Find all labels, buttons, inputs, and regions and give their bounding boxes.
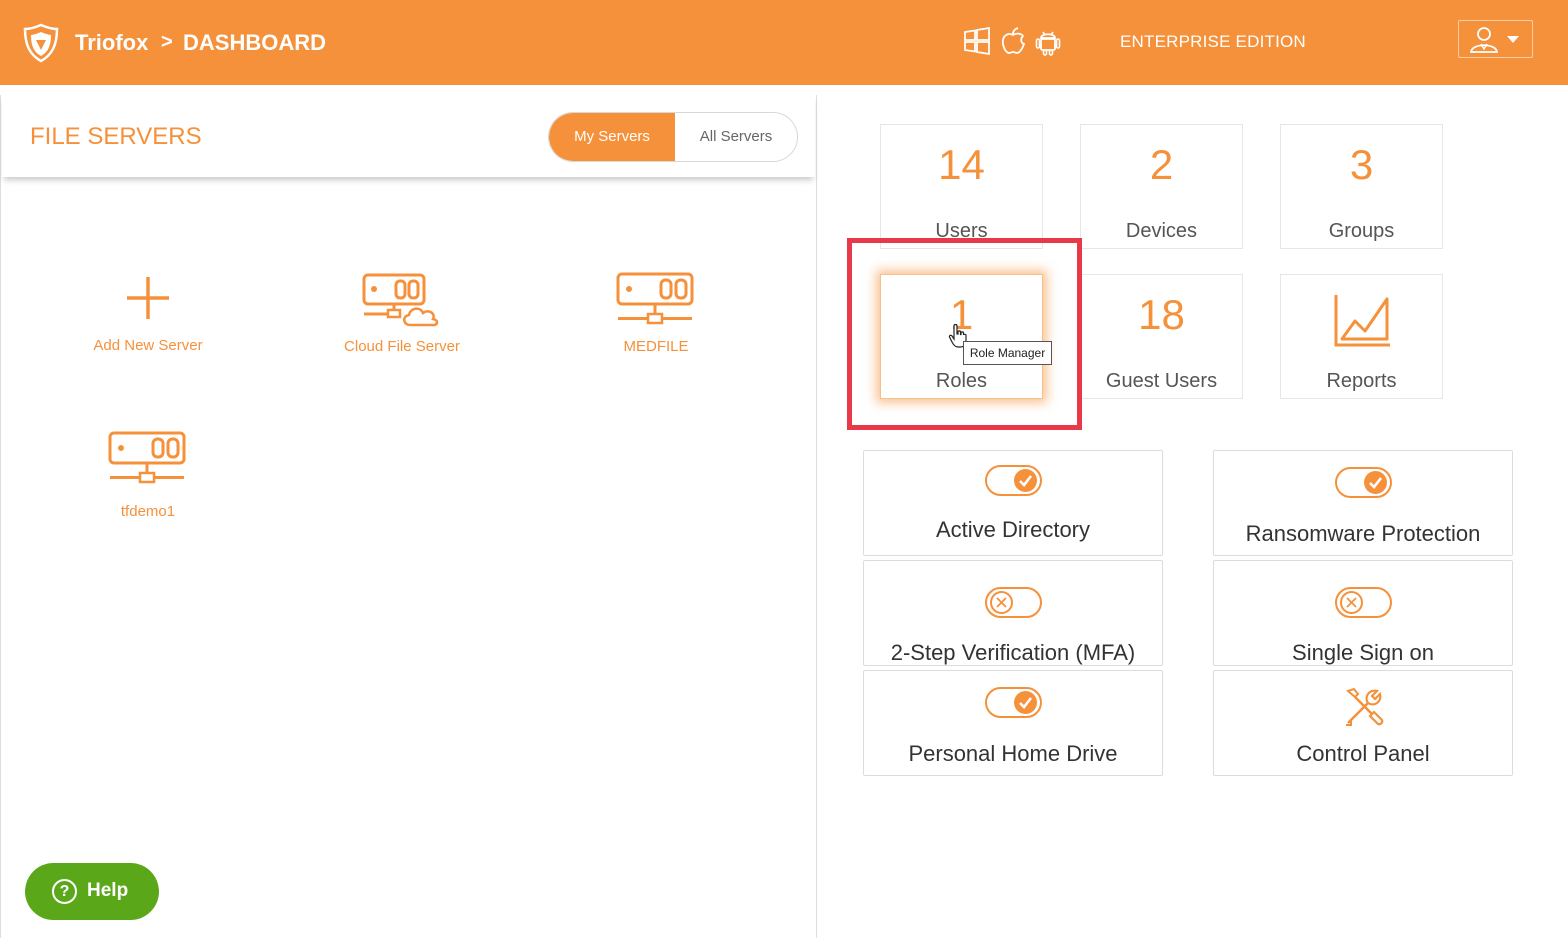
- cloud-file-server-item[interactable]: Cloud File Server: [302, 270, 502, 355]
- tfdemo1-server-item[interactable]: tfdemo1: [48, 429, 248, 520]
- triofox-logo-icon[interactable]: [22, 23, 60, 63]
- server-icon: [108, 431, 186, 484]
- top-bar: Triofox > DASHBOARD ENTERPRISE EDITION: [0, 0, 1568, 85]
- feature-label: Single Sign on: [1292, 640, 1434, 665]
- tools-icon: [1346, 687, 1384, 726]
- reports-card[interactable]: Reports: [1280, 274, 1443, 399]
- close-icon: [990, 591, 1013, 614]
- users-card[interactable]: 14 Users: [880, 124, 1043, 249]
- medfile-server-item[interactable]: MEDFILE: [556, 270, 756, 355]
- feature-label: Personal Home Drive: [908, 741, 1118, 766]
- guest-users-label: Guest Users: [1105, 370, 1218, 392]
- check-icon: [1364, 471, 1387, 494]
- help-button[interactable]: ? Help: [25, 863, 159, 920]
- edition-label: ENTERPRISE EDITION: [1120, 32, 1306, 51]
- apple-icon[interactable]: [998, 25, 1028, 57]
- devices-count: 2: [1149, 141, 1174, 188]
- help-icon: ?: [52, 879, 77, 904]
- file-servers-header: FILE SERVERS My Servers All Servers: [2, 95, 815, 177]
- devices-label: Devices: [1125, 220, 1198, 242]
- single-sign-on-toggle[interactable]: [1335, 587, 1392, 618]
- groups-label: Groups: [1328, 220, 1395, 242]
- ransomware-protection-card[interactable]: Ransomware Protection: [1213, 450, 1513, 556]
- ransomware-protection-toggle[interactable]: [1335, 467, 1392, 498]
- tab-all-servers[interactable]: All Servers: [675, 113, 797, 161]
- breadcrumb-dashboard: DASHBOARD: [183, 30, 326, 55]
- user-menu-button[interactable]: [1458, 20, 1533, 58]
- active-directory-toggle[interactable]: [985, 465, 1042, 496]
- plus-icon: [127, 277, 169, 319]
- close-icon: [1340, 591, 1363, 614]
- server-label: Cloud File Server: [344, 338, 460, 355]
- server-filter-toggle: My Servers All Servers: [548, 112, 798, 162]
- panel-divider: [816, 95, 817, 938]
- cloud-server-icon: [362, 273, 439, 327]
- android-icon[interactable]: [1033, 25, 1063, 57]
- help-label: Help: [87, 880, 129, 901]
- file-servers-title: FILE SERVERS: [30, 123, 202, 150]
- feature-label: Control Panel: [1296, 741, 1430, 766]
- server-icon: [616, 272, 694, 325]
- brand-name[interactable]: Triofox: [75, 30, 148, 56]
- server-label: MEDFILE: [623, 338, 689, 355]
- groups-count: 3: [1349, 141, 1374, 188]
- chart-icon: [1334, 295, 1390, 347]
- guest-users-count: 18: [1138, 291, 1185, 338]
- user-icon: [1469, 27, 1519, 53]
- mfa-toggle[interactable]: [985, 587, 1042, 618]
- chevron-down-icon: [1507, 36, 1519, 43]
- feature-label: Ransomware Protection: [1245, 521, 1481, 546]
- control-panel-card[interactable]: Control Panel: [1213, 670, 1513, 776]
- server-label: tfdemo1: [120, 503, 176, 520]
- feature-label: 2-Step Verification (MFA): [890, 640, 1136, 665]
- role-manager-tooltip: Role Manager: [963, 341, 1052, 365]
- feature-label: Active Directory: [935, 517, 1091, 542]
- mfa-card[interactable]: 2-Step Verification (MFA): [863, 560, 1163, 666]
- breadcrumb-separator: >: [161, 31, 173, 53]
- active-directory-card[interactable]: Active Directory: [863, 450, 1163, 556]
- add-new-server-button[interactable]: Add New Server: [48, 273, 248, 354]
- devices-card[interactable]: 2 Devices: [1080, 124, 1243, 249]
- groups-card[interactable]: 3 Groups: [1280, 124, 1443, 249]
- check-icon: [1014, 469, 1037, 492]
- personal-home-drive-card[interactable]: Personal Home Drive: [863, 670, 1163, 776]
- server-label: Add New Server: [93, 337, 203, 354]
- windows-icon[interactable]: [962, 25, 992, 57]
- single-sign-on-card[interactable]: Single Sign on: [1213, 560, 1513, 666]
- users-count: 14: [938, 141, 985, 188]
- check-icon: [1014, 691, 1037, 714]
- personal-home-drive-toggle[interactable]: [985, 687, 1042, 718]
- reports-label: Reports: [1326, 370, 1397, 392]
- tab-my-servers[interactable]: My Servers: [549, 113, 675, 161]
- guest-users-card[interactable]: 18 Guest Users: [1080, 274, 1243, 399]
